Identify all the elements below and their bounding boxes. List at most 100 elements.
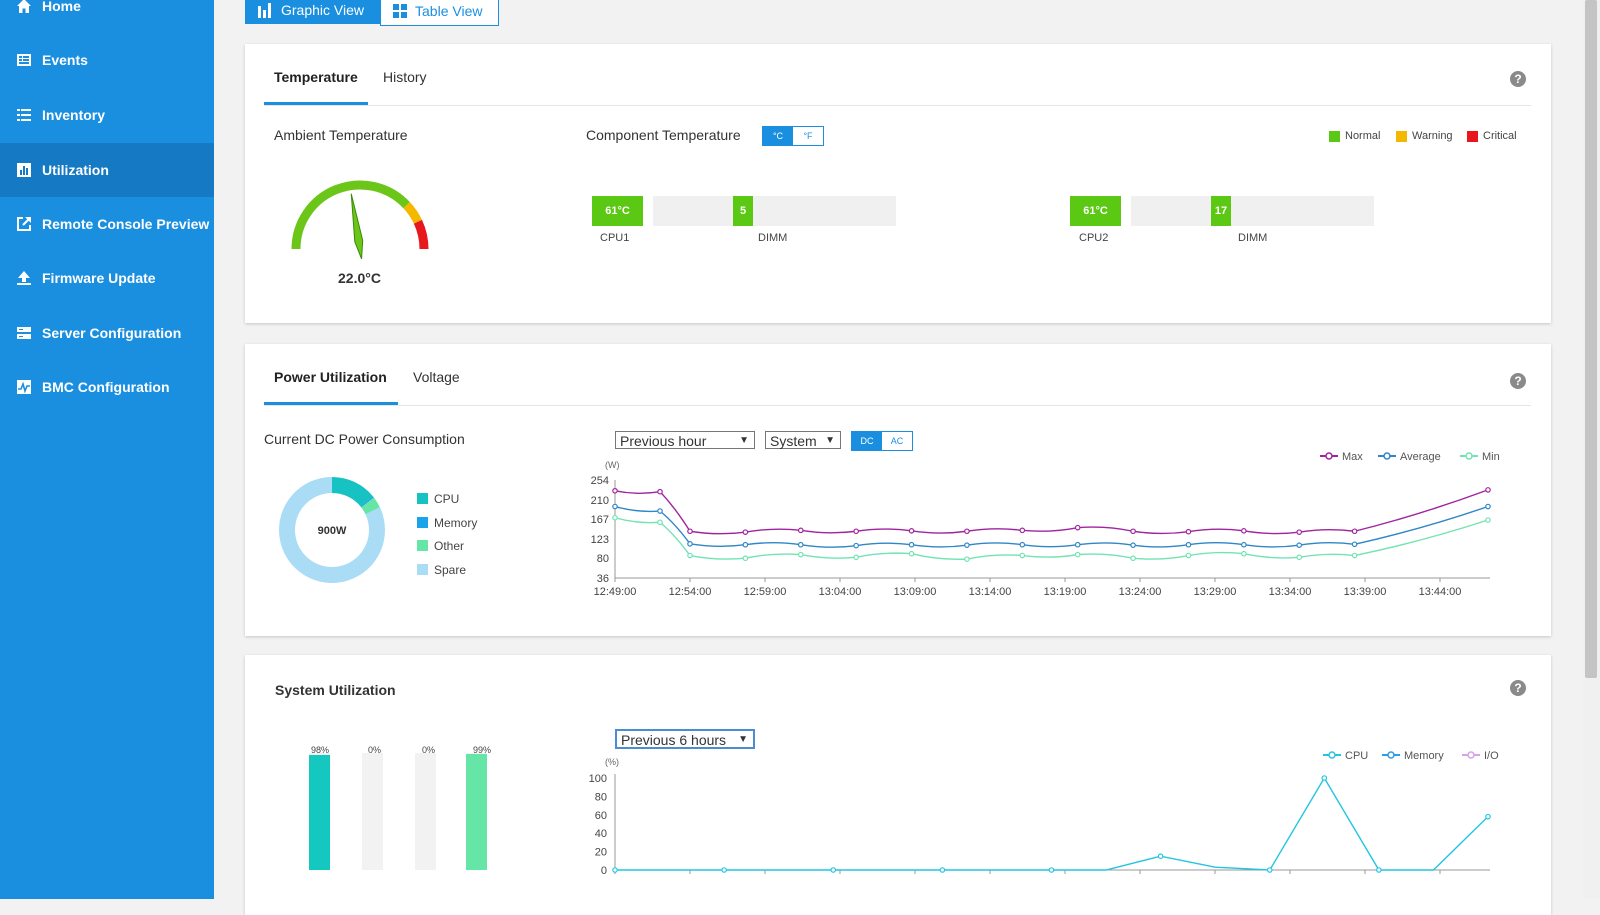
legend-spare: Spare [434, 563, 467, 577]
legend-warning: Warning [1412, 130, 1453, 142]
tab-power-utilization[interactable]: Power Utilization [274, 369, 387, 385]
y-tick-label: 36 [597, 573, 609, 585]
util-bar-track [362, 753, 383, 870]
data-point-max [1185, 528, 1192, 535]
util-period-select-value: Previous 6 hours [621, 732, 727, 748]
period-select-value: Previous hour [620, 433, 707, 449]
x-tick-label: 12:59:00 [744, 586, 787, 598]
data-point-average [1074, 541, 1081, 548]
data-point-max [964, 528, 970, 535]
x-tick-label: 13:24:00 [1119, 586, 1162, 598]
data-point-average [1351, 541, 1358, 548]
data-point-max [853, 528, 859, 535]
dimm1-bar [653, 196, 896, 226]
x-tick-label: 13:09:00 [894, 586, 937, 598]
dimm1-label: DIMM [758, 232, 788, 244]
data-point-average [964, 542, 970, 548]
ambient-temperature-label: Ambient Temperature [274, 127, 408, 143]
sidebar: Home Events Inventory Utilization Remote… [0, 0, 214, 899]
tab-table-view[interactable]: Table View [380, 0, 500, 26]
data-point-max [612, 487, 618, 494]
util-bar-fill [466, 754, 487, 870]
y-tick-label: 210 [591, 495, 609, 507]
legend-marker [1325, 452, 1333, 460]
tab-graphic-view[interactable]: Graphic View [245, 0, 381, 24]
data-point-min [1130, 555, 1136, 562]
help-icon[interactable]: ? [1510, 680, 1526, 696]
cpu2-label: CPU2 [1079, 232, 1109, 244]
grid-icon [393, 4, 408, 18]
help-icon[interactable]: ? [1510, 373, 1526, 389]
power-panel: Power Utilization Voltage ? Current DC P… [245, 344, 1551, 636]
legend-other-swatch [417, 540, 428, 551]
data-point-cpu [939, 867, 946, 873]
series-line-max [614, 489, 1489, 535]
server-config-icon [15, 324, 33, 342]
dc-button[interactable]: DC [852, 432, 882, 450]
ambient-temperature-value: 22.0°C [338, 270, 381, 286]
sidebar-item-bmc-config[interactable]: BMC Configuration [0, 360, 214, 414]
unit-fahrenheit-button[interactable]: °F [793, 127, 823, 145]
chevron-down-icon: ▼ [738, 734, 748, 745]
data-point-max [687, 528, 693, 535]
ac-button[interactable]: AC [882, 432, 912, 450]
tab-separator [264, 105, 1531, 106]
series-line-cpu [615, 776, 1489, 871]
data-point-average [657, 508, 663, 514]
data-point-max [1019, 527, 1026, 534]
data-point-max [1241, 527, 1247, 534]
sidebar-item-firmware[interactable]: Firmware Update [0, 251, 214, 305]
y-tick-label: 123 [591, 534, 609, 546]
help-icon[interactable]: ? [1510, 71, 1526, 87]
tab-temperature[interactable]: Temperature [274, 69, 358, 85]
data-point-max [1074, 524, 1081, 531]
unit-celsius-button[interactable]: °C [763, 127, 793, 145]
legend-warning-swatch [1396, 131, 1407, 142]
y-tick-label: 80 [597, 553, 609, 565]
data-point-min [964, 556, 970, 562]
legend-spare-swatch [417, 564, 428, 575]
tab-separator [264, 405, 1531, 406]
data-point-min [1185, 552, 1192, 559]
sidebar-item-label: Server Configuration [42, 325, 182, 341]
x-tick-label: 13:19:00 [1044, 586, 1087, 598]
sidebar-item-label: Remote Console Preview [42, 216, 210, 232]
ambient-gauge [291, 180, 429, 259]
sidebar-item-inventory[interactable]: Inventory [0, 88, 214, 142]
sidebar-item-events[interactable]: Events [0, 33, 214, 87]
tab-voltage[interactable]: Voltage [413, 369, 460, 385]
data-point-min [687, 552, 693, 559]
sidebar-item-server-config[interactable]: Server Configuration [0, 306, 214, 360]
power-donut: 900W [279, 477, 385, 583]
data-point-average [687, 541, 693, 547]
y-axis-unit: (%) [605, 757, 619, 767]
legend-label-io: I/O [1484, 750, 1499, 762]
sidebar-item-remote-console[interactable]: Remote Console Preview [0, 197, 214, 251]
data-point-max [1130, 528, 1136, 535]
sidebar-item-label: Utilization [42, 162, 109, 178]
data-point-max [657, 488, 663, 495]
sidebar-item-utilization[interactable]: Utilization [0, 143, 214, 197]
legend-normal: Normal [1345, 130, 1381, 142]
chevron-down-icon: ▼ [739, 435, 749, 446]
x-tick-label: 13:44:00 [1419, 586, 1462, 598]
period-select[interactable]: Previous hour ▼ [615, 431, 755, 449]
data-point-cpu [830, 867, 837, 873]
tab-history[interactable]: History [383, 69, 427, 85]
sidebar-item-home[interactable]: Home [0, 0, 214, 33]
y-tick-label: 20 [595, 847, 607, 859]
y-tick-label: 80 [595, 791, 607, 803]
legend-label-memory: Memory [1404, 750, 1444, 762]
legend-label-average: Average [1400, 452, 1441, 463]
data-point-min [657, 519, 663, 526]
scope-select[interactable]: System ▼ [765, 431, 841, 449]
scrollbar-thumb[interactable] [1585, 0, 1597, 678]
series-line-min [614, 517, 1489, 561]
data-point-max [1351, 528, 1358, 535]
bmc-config-icon [15, 378, 33, 396]
tab-label: Table View [415, 3, 483, 19]
legend-critical: Critical [1483, 130, 1517, 142]
x-tick-label: 13:39:00 [1344, 586, 1387, 598]
sidebar-item-label: Inventory [42, 107, 106, 123]
util-period-select[interactable]: Previous 6 hours ▼ [615, 729, 755, 749]
